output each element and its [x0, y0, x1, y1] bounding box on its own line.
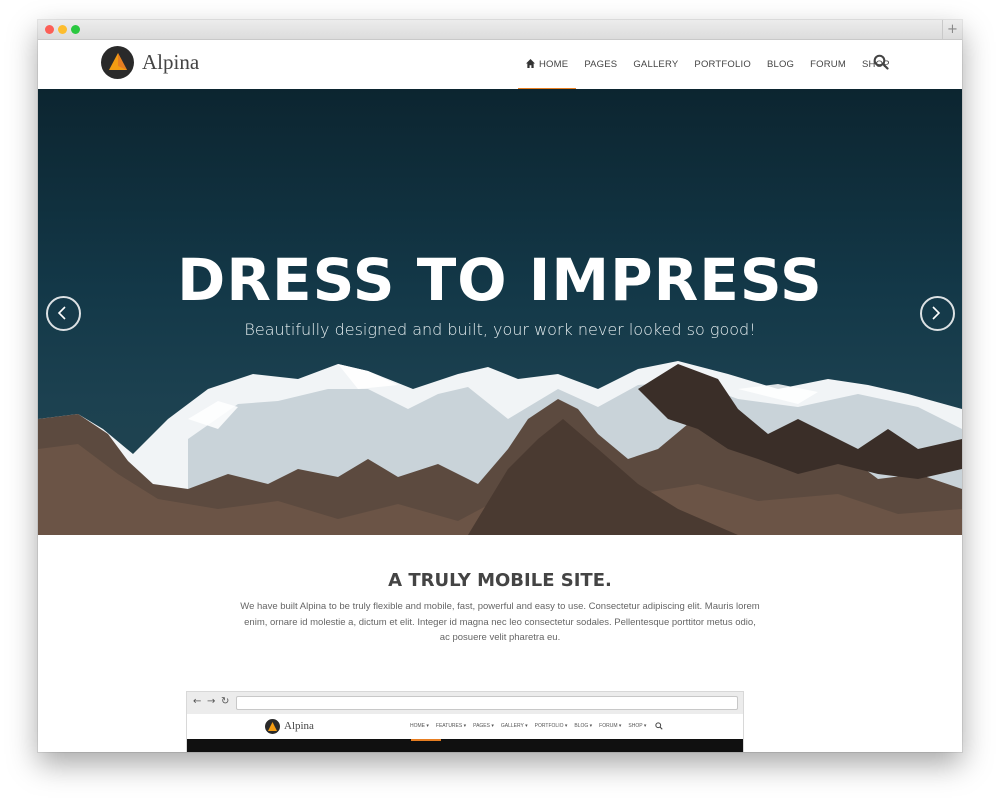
search-icon[interactable]	[873, 54, 889, 70]
nav-item-pages[interactable]: PAGES	[576, 40, 625, 89]
preview-url-bar	[236, 696, 738, 710]
preview-logo-text: Alpina	[284, 720, 314, 732]
new-tab-icon[interactable]: +	[942, 20, 962, 39]
nav-item-gallery[interactable]: GALLERY	[625, 40, 686, 89]
slider-next-button[interactable]	[920, 296, 955, 331]
nav-label: FORUM	[810, 59, 846, 70]
preview-nav-item: SHOP ▾	[628, 723, 647, 729]
chevron-right-icon	[932, 306, 941, 320]
nav-label: PORTFOLIO	[694, 59, 751, 70]
back-arrow-icon: ←	[193, 696, 202, 707]
browser-window: + Alpina HOME PAGES GALLERY PORTFOLIO BL…	[38, 20, 962, 752]
section-title: A TRULY MOBILE SITE.	[388, 570, 612, 591]
nav-label: PAGES	[584, 59, 618, 70]
refresh-icon: ↻	[221, 696, 230, 707]
browser-preview-image: ← → ↻ Alpina HOME ▾ FEATURES ▾ PAGES ▾ G…	[187, 692, 743, 752]
preview-toolbar: ← → ↻	[187, 692, 743, 715]
slider-prev-button[interactable]	[46, 296, 81, 331]
preview-nav-item: FORUM ▾	[599, 723, 622, 729]
section-description: We have built Alpina to be truly flexibl…	[240, 601, 760, 643]
close-window-button[interactable]	[45, 25, 54, 34]
nav-item-portfolio[interactable]: PORTFOLIO	[686, 40, 759, 89]
preview-nav-item: GALLERY ▾	[500, 723, 528, 729]
nav-label: HOME	[539, 59, 569, 70]
site-header: Alpina HOME PAGES GALLERY PORTFOLIO BLOG…	[38, 40, 962, 90]
nav-item-blog[interactable]: BLOG	[759, 40, 802, 89]
preview-nav-item: HOME ▾	[410, 723, 429, 729]
maximize-window-button[interactable]	[71, 25, 80, 34]
hero-subtitle: Beautifully designed and built, your wor…	[244, 320, 756, 339]
preview-nav-item: BLOG ▾	[574, 723, 593, 729]
forward-arrow-icon: →	[207, 696, 216, 707]
minimize-window-button[interactable]	[58, 25, 67, 34]
preview-nav: HOME ▾ FEATURES ▾ PAGES ▾ GALLERY ▾ PORT…	[410, 723, 653, 729]
nav-label: GALLERY	[633, 59, 679, 70]
nav-item-home[interactable]: HOME	[518, 40, 577, 90]
preview-active-indicator	[411, 739, 441, 741]
main-nav: HOME PAGES GALLERY PORTFOLIO BLOG FORUM …	[518, 40, 898, 90]
home-icon	[526, 58, 535, 71]
preview-nav-item: PAGES ▾	[473, 723, 494, 729]
mobile-section: A TRULY MOBILE SITE. We have built Alpin…	[38, 535, 962, 752]
preview-logo-icon	[265, 719, 280, 734]
preview-search-icon	[655, 722, 663, 732]
logo-icon[interactable]	[101, 46, 134, 79]
window-titlebar: +	[38, 20, 962, 40]
hero-slider: DRESS TO IMPRESS Beautifully designed an…	[38, 89, 962, 535]
preview-header: Alpina HOME ▾ FEATURES ▾ PAGES ▾ GALLERY…	[187, 714, 743, 739]
nav-label: BLOG	[766, 59, 795, 70]
preview-hero	[187, 739, 743, 752]
preview-nav-item: PORTFOLIO ▾	[534, 723, 568, 729]
preview-nav-item: FEATURES ▾	[435, 723, 467, 729]
chevron-left-icon	[57, 306, 66, 320]
hero-title: DRESS TO IMPRESS	[177, 246, 823, 314]
logo-text[interactable]: Alpina	[142, 50, 199, 75]
nav-item-forum[interactable]: FORUM	[802, 40, 854, 89]
